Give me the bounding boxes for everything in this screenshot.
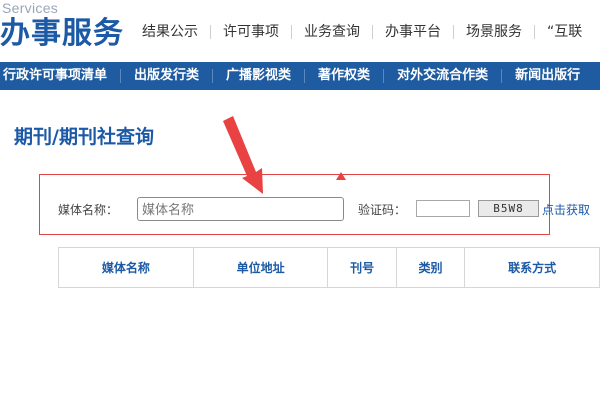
results-table: 媒体名称 单位地址 刊号 类别 联系方式 xyxy=(58,247,600,288)
column-header-category: 类别 xyxy=(395,247,466,288)
category-item-copyright[interactable]: 著作权类 xyxy=(305,62,383,90)
nav-item-scenario-service[interactable]: 场景服务 xyxy=(454,20,534,44)
nav-item-business-query[interactable]: 业务查询 xyxy=(292,20,372,44)
captcha-refresh-link[interactable]: 点击获取 xyxy=(542,202,590,218)
top-nav: 结果公示 许可事项 业务查询 办事平台 场景服务 “互联 xyxy=(130,20,594,44)
column-header-address: 单位地址 xyxy=(192,247,329,288)
captcha-input[interactable] xyxy=(416,200,470,217)
media-name-label: 媒体名称： xyxy=(58,203,119,217)
site-header: Services 办事服务 结果公示 许可事项 业务查询 办事平台 场景服务 “… xyxy=(0,0,600,62)
category-item-permit-list[interactable]: 行政许可事项清单 xyxy=(0,62,120,90)
column-header-media-name: 媒体名称 xyxy=(58,247,194,288)
captcha-label: 验证码： xyxy=(358,203,407,217)
column-header-issue-number: 刊号 xyxy=(327,247,397,288)
nav-item-licensing[interactable]: 许可事项 xyxy=(211,20,291,44)
category-item-publishing[interactable]: 出版发行类 xyxy=(121,62,212,90)
table-header-row: 媒体名称 单位地址 刊号 类别 联系方式 xyxy=(58,247,600,288)
nav-item-internet[interactable]: “互联 xyxy=(535,20,594,44)
nav-item-results[interactable]: 结果公示 xyxy=(130,20,210,44)
page-title: 期刊/期刊社查询 xyxy=(14,126,154,148)
nav-item-service-platform[interactable]: 办事平台 xyxy=(373,20,453,44)
category-item-foreign-exchange[interactable]: 对外交流合作类 xyxy=(384,62,501,90)
category-item-news-publishing[interactable]: 新闻出版行 xyxy=(502,62,593,90)
search-form: 媒体名称： 验证码： B5W8 点击获取 xyxy=(39,174,590,235)
category-item-broadcast[interactable]: 广播影视类 xyxy=(213,62,304,90)
media-name-input[interactable] xyxy=(137,197,344,221)
site-logo[interactable]: 办事服务 xyxy=(0,14,124,54)
column-header-contact: 联系方式 xyxy=(464,247,600,288)
captcha-image[interactable]: B5W8 xyxy=(478,200,539,217)
category-nav: 行政许可事项清单 出版发行类 广播影视类 著作权类 对外交流合作类 新闻出版行 xyxy=(0,62,600,90)
